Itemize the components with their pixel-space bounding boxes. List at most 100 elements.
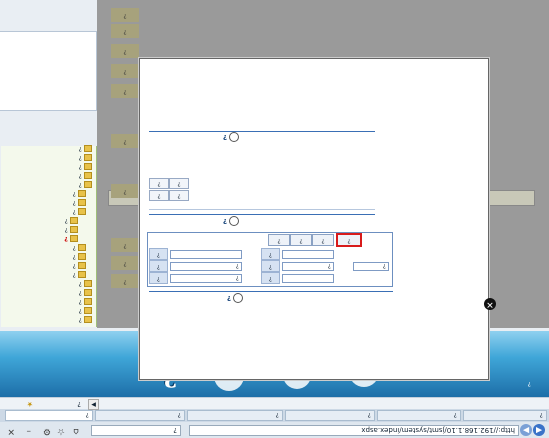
tree-item[interactable]: ? — [73, 208, 86, 216]
tree-label: ? — [72, 244, 76, 252]
tree-label: ? — [78, 154, 82, 162]
list-button[interactable]: ? — [169, 178, 189, 189]
tree-item[interactable]: ? — [65, 226, 78, 234]
tree-label: ? — [78, 145, 82, 153]
tree-item[interactable]: ? — [73, 199, 86, 207]
tree-item[interactable]: ? — [79, 298, 92, 306]
row-label: ? — [111, 256, 139, 270]
list-button[interactable]: ? — [149, 190, 169, 201]
folder-icon — [84, 280, 92, 288]
form-button[interactable]: ? — [268, 234, 290, 246]
form-button[interactable]: ? — [290, 234, 312, 246]
tree-item[interactable]: ? — [79, 316, 92, 324]
forward-button[interactable]: ▶ — [520, 424, 532, 436]
tree-item[interactable]: ? — [79, 163, 92, 171]
favorites-label[interactable]: ? — [77, 398, 81, 409]
search-button-highlighted[interactable]: ? — [336, 233, 362, 247]
tab-6-active[interactable]: ? — [5, 410, 93, 421]
folder-icon — [84, 145, 92, 153]
section-icon — [233, 293, 243, 303]
tab-5[interactable]: ? — [95, 410, 185, 421]
folder-icon — [78, 271, 86, 279]
tree-label: ? — [78, 172, 82, 180]
tree-label: ? — [72, 271, 76, 279]
tree-item[interactable]: ? — [79, 280, 92, 288]
favorites-bar: ★ ? — [0, 397, 549, 409]
tree-item[interactable]: ? — [79, 154, 92, 162]
row-label: ? — [111, 238, 139, 252]
row-label: ? — [111, 44, 139, 58]
scroll-right-arrow[interactable]: ▶ — [88, 399, 99, 410]
tree-item[interactable]: ? — [65, 217, 78, 225]
form-select[interactable]: ? — [170, 262, 242, 271]
tree-item-selected[interactable]: ? — [64, 235, 78, 243]
tree-item[interactable]: ? — [79, 172, 92, 180]
folder-icon — [78, 244, 86, 252]
folder-icon — [84, 154, 92, 162]
back-button[interactable]: ◀ — [533, 424, 545, 436]
tab-2[interactable]: ? — [377, 410, 461, 421]
section-list-label: ? — [222, 217, 227, 225]
file-icon — [70, 217, 78, 225]
tree-item[interactable]: ? — [79, 145, 92, 153]
gear-icon[interactable]: ⚙ — [43, 426, 51, 436]
form-select[interactable]: ? — [282, 262, 334, 271]
tree-label: ? — [72, 253, 76, 261]
tree-item[interactable]: ? — [79, 289, 92, 297]
address-bar[interactable]: http://192.168.1.10/jsmt/system/index.as… — [189, 425, 519, 436]
list-button[interactable]: ? — [149, 178, 169, 189]
form-label: ? — [149, 260, 168, 272]
sidebar-tree: ? ? ? ? ? ? ? ? ? ? ? ? ? ? ? ? ? ? ? ? — [1, 145, 97, 327]
sidebar-bottom-panel — [0, 31, 97, 111]
tree-item[interactable]: ? — [73, 253, 86, 261]
form-select[interactable] — [282, 250, 334, 259]
form-label: ? — [261, 248, 280, 260]
row-label: ? — [111, 84, 139, 98]
tree-label: ? — [72, 208, 76, 216]
folder-icon — [84, 163, 92, 171]
folder-icon — [84, 307, 92, 315]
tree-item[interactable]: ? — [79, 307, 92, 315]
tree-label: ? — [64, 235, 68, 243]
form-select[interactable] — [170, 250, 242, 259]
tree-label: ? — [78, 298, 82, 306]
modal-close-icon[interactable]: ✕ — [484, 298, 496, 310]
section-result-label: ? — [222, 133, 227, 141]
favorites-star-icon[interactable]: ★ — [27, 398, 33, 409]
welcome-text: ? — [527, 380, 531, 388]
tree-label: ? — [78, 181, 82, 189]
folder-icon — [78, 199, 86, 207]
form-label: ? — [261, 272, 280, 284]
form-button[interactable]: ? — [312, 234, 334, 246]
form-input[interactable]: ? — [170, 274, 242, 283]
tree-item[interactable]: ? — [73, 262, 86, 270]
folder-icon — [78, 262, 86, 270]
tree-item[interactable]: ? — [73, 244, 86, 252]
search-input[interactable]: ? — [91, 425, 181, 436]
star-icon[interactable]: ☆ — [57, 426, 65, 436]
folder-icon — [78, 208, 86, 216]
list-button[interactable]: ? — [169, 190, 189, 201]
row-label: ? — [111, 8, 139, 22]
tab-4[interactable]: ? — [187, 410, 283, 421]
section-title-list: ? — [223, 216, 239, 226]
tab-3[interactable]: ? — [285, 410, 375, 421]
section-icon — [229, 216, 239, 226]
tree-item[interactable]: ? — [73, 271, 86, 279]
close-icon[interactable]: ✕ — [7, 426, 15, 436]
row-label: ? — [111, 134, 139, 148]
section-search-label: ? — [226, 294, 231, 302]
tree-item[interactable]: ? — [79, 181, 92, 189]
tree-item[interactable]: ? — [73, 190, 86, 198]
tab-1[interactable]: ? — [463, 410, 547, 421]
form-input[interactable] — [282, 274, 334, 283]
form-select[interactable]: ? — [353, 262, 389, 271]
home-icon[interactable]: ⌂ — [73, 426, 79, 436]
folder-icon — [84, 181, 92, 189]
section-icon — [229, 132, 239, 142]
folder-icon — [84, 298, 92, 306]
folder-icon — [84, 316, 92, 324]
minimize-icon[interactable]: – — [27, 426, 32, 436]
section-divider — [149, 291, 393, 292]
row-label: ? — [111, 24, 139, 38]
